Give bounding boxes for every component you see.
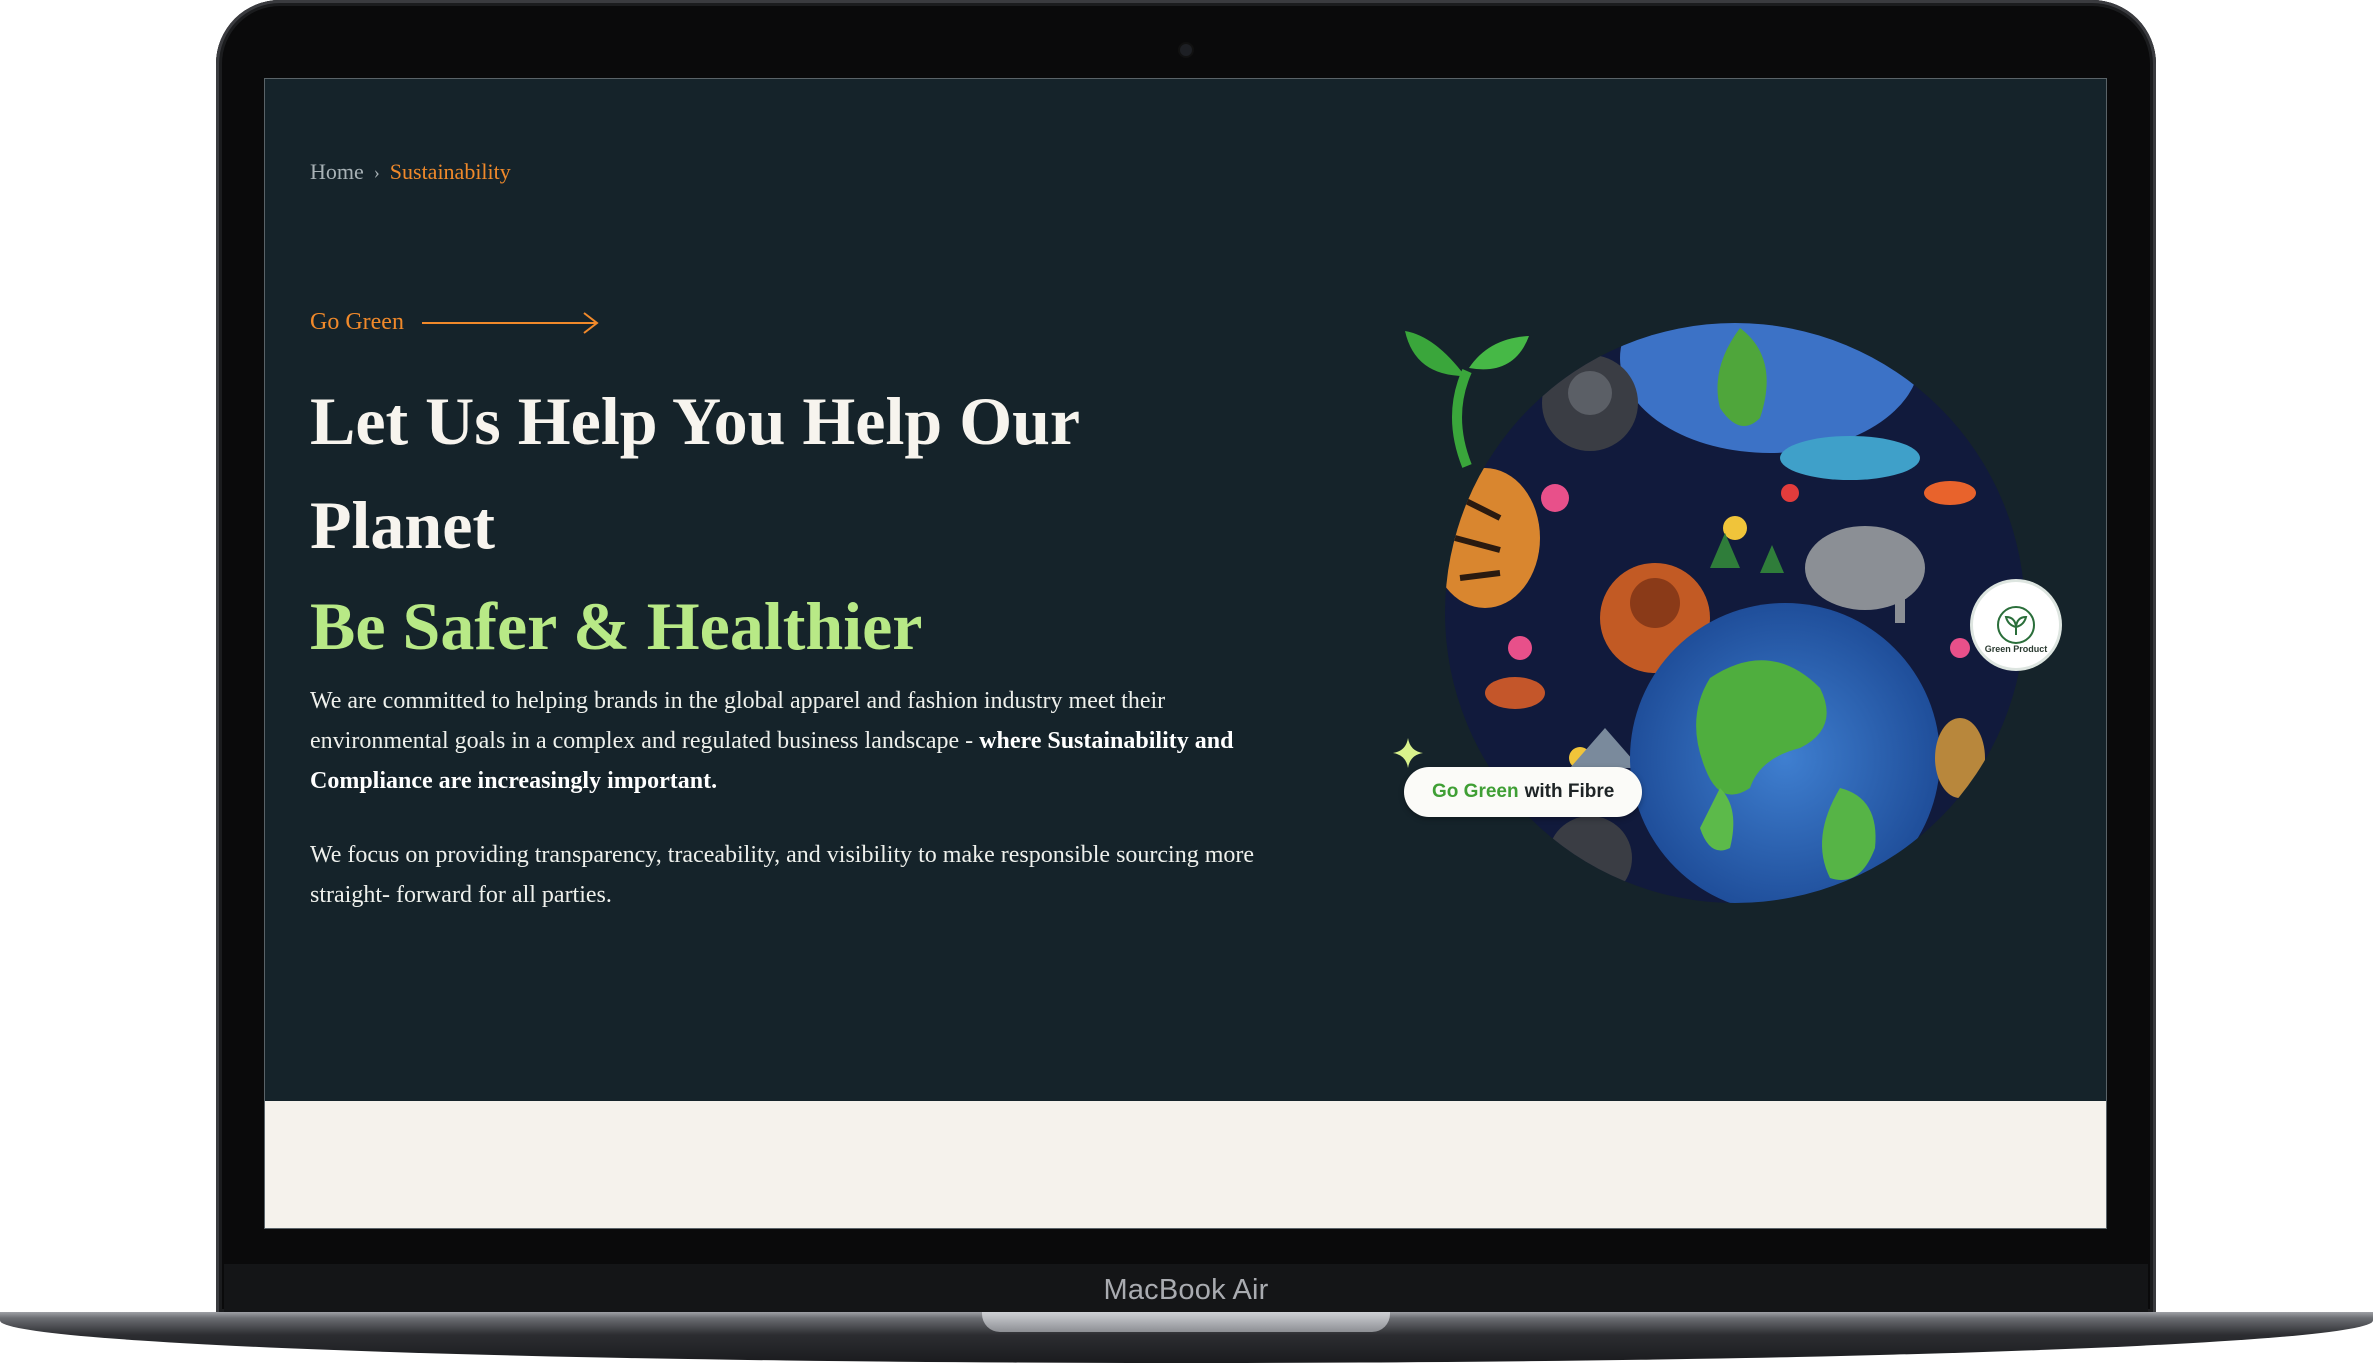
go-green-kicker: Go Green	[310, 309, 600, 336]
breadcrumb-separator-icon: ›	[373, 161, 380, 182]
sparkle-icon	[1393, 738, 1423, 768]
intro-paragraph: We are committed to helping brands in th…	[310, 681, 1270, 801]
focus-paragraph: We focus on providing transparency, trac…	[310, 842, 1255, 908]
page-headline: Let Us Help You Help Our Planet	[310, 383, 1079, 563]
green-product-badge: Green Product	[1973, 582, 2059, 668]
laptop-notch	[982, 1312, 1390, 1332]
page-subhead: Be Safer & Healthier	[310, 588, 923, 664]
go-green-pill: Go Green with Fibre	[1404, 767, 1643, 817]
sprout-icon	[1405, 331, 1529, 468]
kicker-label: Go Green	[310, 309, 404, 335]
next-section-band	[265, 1101, 2106, 1228]
breadcrumb-home-link[interactable]: Home	[310, 159, 364, 185]
pill-green-text: Go Green	[1432, 781, 1519, 802]
pill-text: with Fibre	[1524, 781, 1615, 802]
camera-icon	[1180, 44, 1192, 56]
arrow-right-icon	[421, 311, 599, 334]
breadcrumb: Home › Sustainability	[310, 159, 511, 185]
laptop-mockup: Home › Sustainability Go Green Let Us He…	[0, 0, 2373, 1363]
badge-label: Green Product	[1984, 644, 2048, 654]
leaf-badge-icon	[1997, 606, 2035, 644]
device-label: MacBook Air	[1103, 1273, 1269, 1306]
breadcrumb-current: Sustainability	[389, 159, 511, 184]
